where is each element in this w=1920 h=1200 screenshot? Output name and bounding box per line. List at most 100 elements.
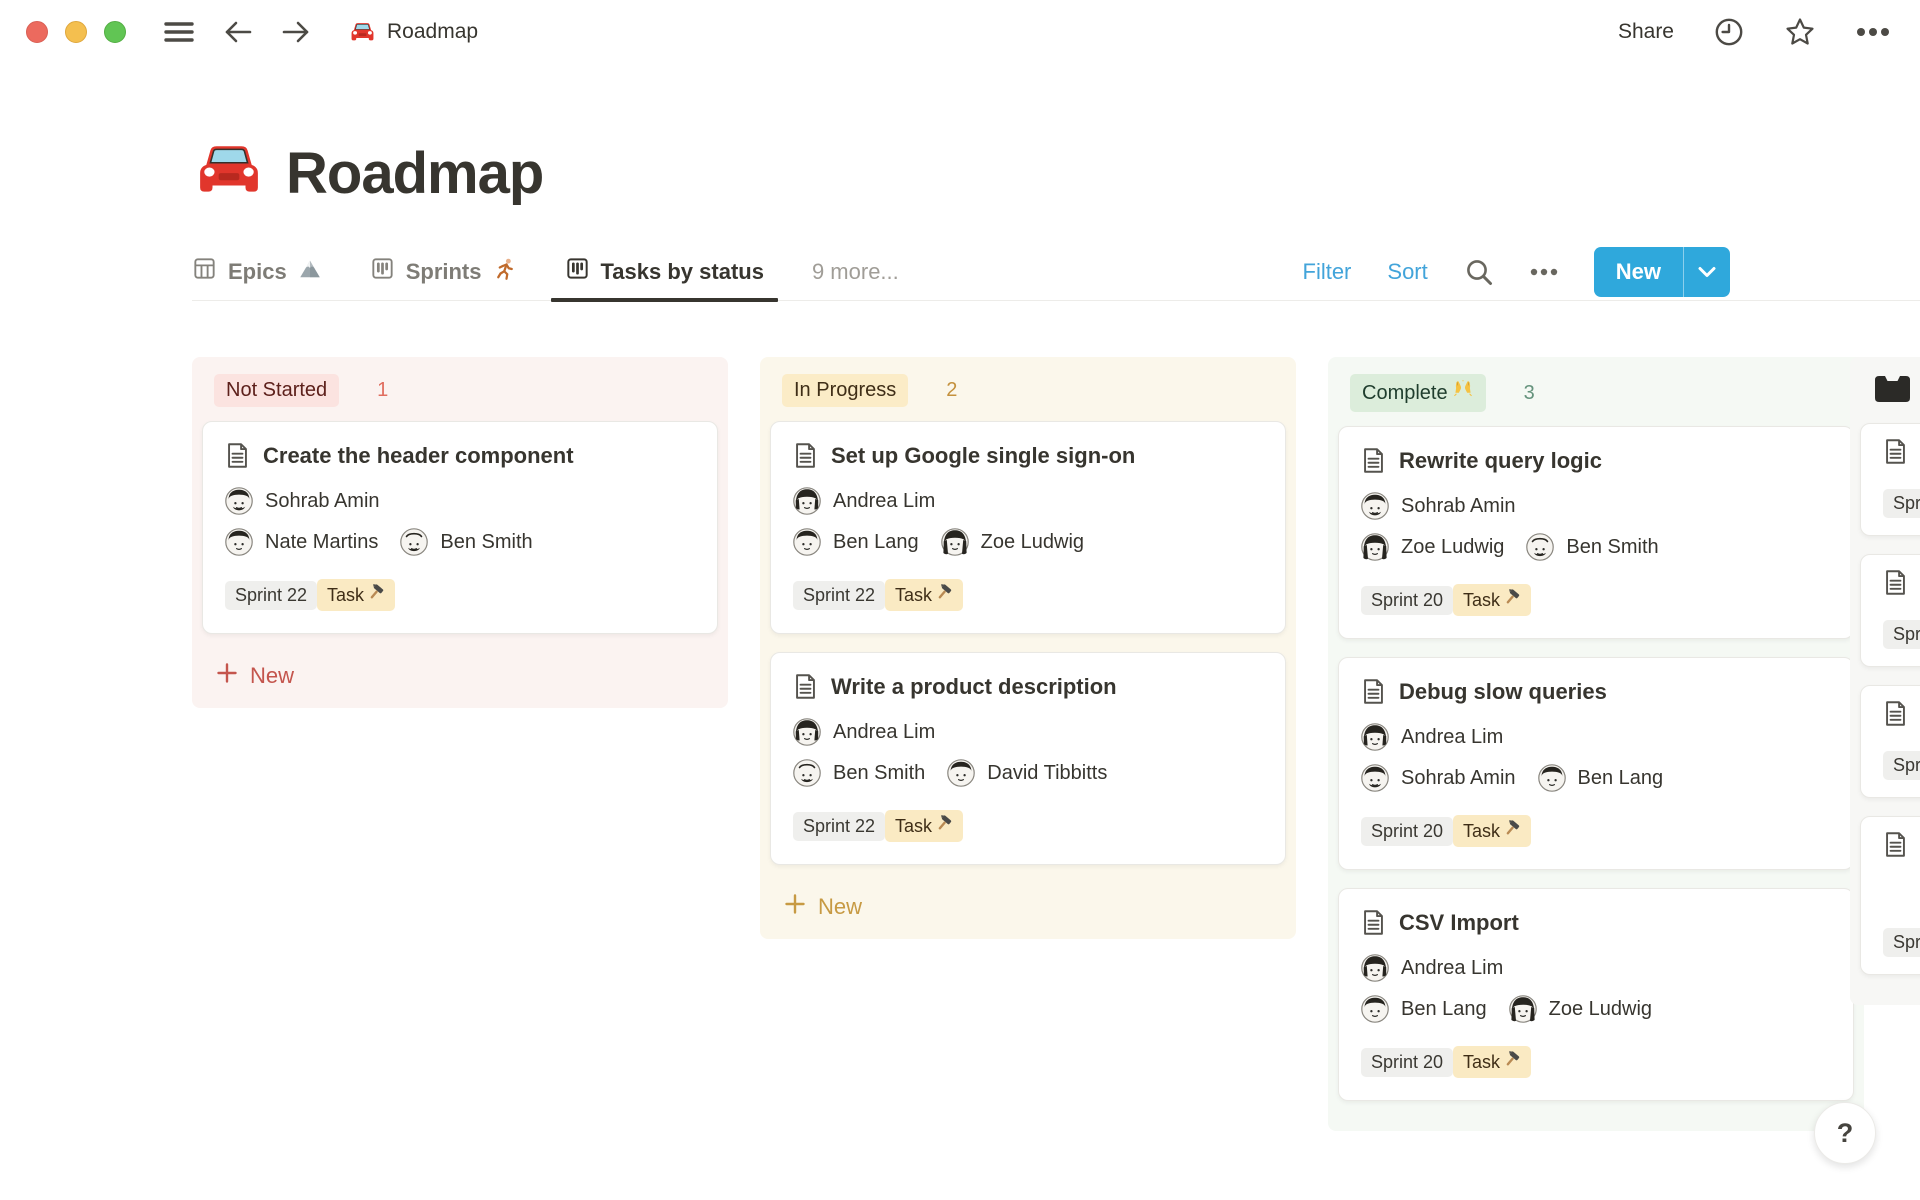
column-count: 2 bbox=[946, 379, 957, 402]
new-button-group: New bbox=[1594, 247, 1730, 297]
task-card[interactable]: CSV ImportAndrea LimBen LangZoe LudwigSp… bbox=[1338, 888, 1854, 1101]
avatar-nate-martins bbox=[225, 528, 253, 556]
hammer-icon bbox=[1502, 588, 1521, 612]
sprint-badge: Sprint 20 bbox=[1361, 586, 1453, 615]
task-tag-badge: Task bbox=[1453, 584, 1531, 616]
task-card[interactable]: Debug slow queriesAndrea LimSohrab AminB… bbox=[1338, 657, 1854, 870]
assignee: Sohrab Amin bbox=[1361, 764, 1516, 792]
assignee-name: Zoe Ludwig bbox=[1401, 536, 1504, 559]
breadcrumb[interactable]: Roadmap bbox=[350, 20, 478, 45]
hammer-icon bbox=[366, 583, 385, 607]
chevron-down-icon[interactable] bbox=[1684, 247, 1730, 297]
minimize-window-button[interactable] bbox=[65, 21, 87, 43]
page-doc-icon bbox=[1361, 678, 1386, 705]
sprint-badge: Sprint 20 bbox=[1361, 1048, 1453, 1077]
tab-tasks-by-status[interactable]: Tasks by status bbox=[565, 243, 764, 300]
task-card[interactable]: Rewrite query logicSohrab AminZoe Ludwig… bbox=[1338, 426, 1854, 639]
card-title-row bbox=[1883, 700, 1920, 727]
car-icon[interactable] bbox=[196, 138, 262, 209]
sprint-badge: Sprint bbox=[1883, 620, 1920, 649]
task-tag-badge: Task bbox=[1453, 815, 1531, 847]
task-card[interactable]: SprintTask bbox=[1860, 685, 1920, 798]
new-button[interactable]: New bbox=[1594, 247, 1683, 297]
task-card[interactable]: Write a product descriptionAndrea LimBen… bbox=[770, 652, 1286, 865]
add-card-button[interactable]: New bbox=[770, 883, 1286, 927]
avatar-zoe-ludwig bbox=[1509, 995, 1537, 1023]
view-tabbar: Epics Sprints Tasks by status 9 more... … bbox=[192, 243, 1920, 301]
task-tag-label: Task bbox=[895, 816, 932, 837]
more-options-icon[interactable] bbox=[1856, 27, 1890, 37]
status-badge[interactable]: In Progress bbox=[782, 374, 908, 407]
sprint-badge: Sprint 22 bbox=[225, 581, 317, 610]
sidebar-menu-icon[interactable] bbox=[164, 20, 194, 44]
zoom-window-button[interactable] bbox=[104, 21, 126, 43]
column-header: Complete3 bbox=[1338, 357, 1854, 426]
window-titlebar: Roadmap Share bbox=[0, 0, 1920, 64]
add-card-button[interactable]: New bbox=[202, 652, 718, 696]
assignee-name: Nate Martins bbox=[265, 531, 378, 554]
close-window-button[interactable] bbox=[26, 21, 48, 43]
card-title-row: Set up Google single sign-on bbox=[793, 442, 1265, 469]
assignee: Ben Smith bbox=[1526, 533, 1658, 561]
avatar-sohrab-amin bbox=[1361, 764, 1389, 792]
assignee: Nate Martins bbox=[225, 528, 378, 556]
board-view-icon bbox=[565, 256, 590, 287]
avatar-sohrab-amin bbox=[1361, 492, 1389, 520]
table-view-icon bbox=[192, 256, 217, 287]
tab-label: Sprints bbox=[406, 259, 482, 285]
share-button[interactable]: Share bbox=[1618, 20, 1674, 44]
assignee-row: Sohrab Amin bbox=[225, 487, 697, 515]
tab-sprints[interactable]: Sprints bbox=[370, 243, 517, 300]
page-header: Roadmap bbox=[196, 138, 1920, 209]
task-card[interactable]: SprintTask bbox=[1860, 554, 1920, 667]
card-title-row: CSV Import bbox=[1361, 909, 1833, 936]
tab-epics[interactable]: Epics bbox=[192, 243, 322, 300]
task-card[interactable]: Set up Google single sign-onAndrea LimBe… bbox=[770, 421, 1286, 634]
assignee: Sohrab Amin bbox=[1361, 492, 1516, 520]
assignee-row: Zoe Ludwig Ben Smith bbox=[1361, 533, 1833, 561]
more-views-button[interactable]: 9 more... bbox=[812, 243, 899, 300]
assignee-row: Andrea Lim bbox=[1361, 723, 1833, 751]
board-column: Not Started 1 Create the header componentS… bbox=[192, 357, 728, 708]
avatar-zoe-ludwig bbox=[941, 528, 969, 556]
task-card[interactable]: Create the header componentSohrab AminNa… bbox=[202, 421, 718, 634]
assignee-name: Sohrab Amin bbox=[1401, 767, 1516, 790]
assignee-row: Andrea Lim bbox=[1361, 954, 1833, 982]
avatar-zoe-ludwig bbox=[1361, 533, 1389, 561]
card-title-text: CSV Import bbox=[1399, 910, 1519, 936]
updates-clock-icon[interactable] bbox=[1714, 17, 1744, 47]
plus-icon bbox=[216, 662, 238, 690]
status-label: Complete bbox=[1362, 382, 1448, 405]
search-icon[interactable] bbox=[1464, 257, 1494, 287]
sprint-badge: Sprint bbox=[1883, 751, 1920, 780]
assignee-name: Sohrab Amin bbox=[1401, 495, 1516, 518]
task-card[interactable]: SprintTask bbox=[1860, 816, 1920, 975]
assignee-name: Andrea Lim bbox=[833, 490, 935, 513]
sprint-badge: Sprint bbox=[1883, 489, 1920, 518]
back-arrow-icon[interactable] bbox=[224, 19, 252, 45]
assignee: Ben Lang bbox=[1361, 995, 1487, 1023]
page-doc-icon bbox=[793, 673, 818, 700]
task-tag-badge: Task bbox=[885, 810, 963, 842]
task-card[interactable]: SprintTask bbox=[1860, 423, 1920, 536]
column-count: 1 bbox=[377, 379, 388, 402]
favorite-star-icon[interactable] bbox=[1784, 16, 1816, 48]
task-tag-badge: Task bbox=[885, 579, 963, 611]
sort-button[interactable]: Sort bbox=[1387, 259, 1427, 285]
hammer-icon bbox=[934, 583, 953, 607]
view-options-icon[interactable] bbox=[1530, 268, 1558, 276]
assignee-row: Nate MartinsBen Smith bbox=[225, 528, 697, 556]
card-title-text: Set up Google single sign-on bbox=[831, 443, 1135, 469]
sprint-badge: Sprint 22 bbox=[793, 812, 885, 841]
status-badge[interactable]: Complete bbox=[1350, 374, 1486, 412]
filter-button[interactable]: Filter bbox=[1303, 259, 1352, 285]
status-badge[interactable]: Not Started bbox=[214, 374, 339, 407]
assignee-name: Ben Smith bbox=[1566, 536, 1658, 559]
help-button[interactable]: ? bbox=[1814, 1102, 1876, 1164]
avatar-andrea-lim bbox=[793, 487, 821, 515]
avatar-ben-smith bbox=[400, 528, 428, 556]
forward-arrow-icon[interactable] bbox=[282, 19, 310, 45]
page-title[interactable]: Roadmap bbox=[286, 140, 543, 207]
board-column: Complete3Rewrite query logicSohrab AminZ… bbox=[1328, 357, 1864, 1131]
add-card-label: New bbox=[818, 894, 862, 920]
